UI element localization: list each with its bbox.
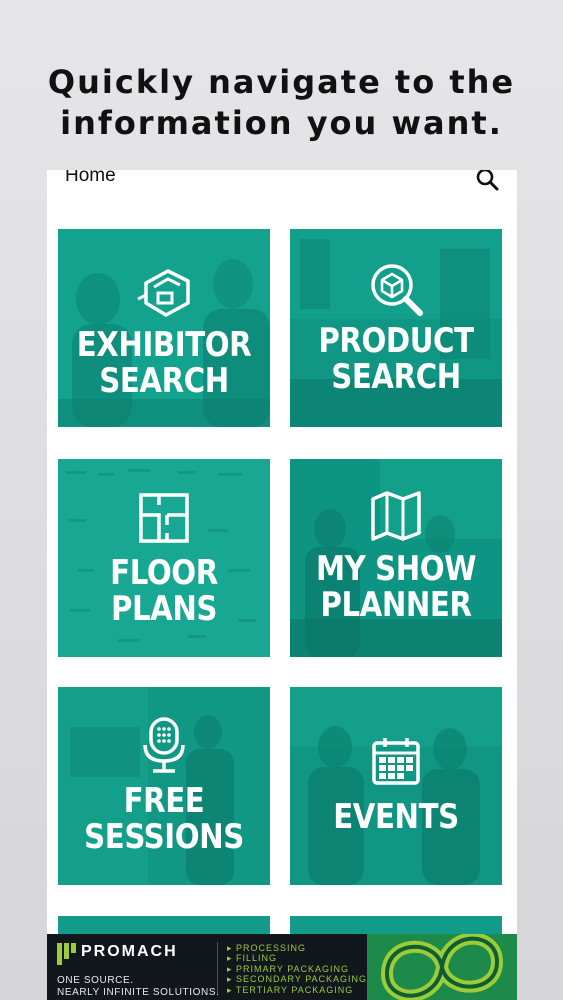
headline-line-1: Quickly navigate to the — [47, 63, 516, 101]
ad-service-item: PRIMARY PACKAGING — [227, 964, 367, 974]
tile-label: FLOOR PLANS — [110, 553, 218, 629]
microphone-icon — [143, 717, 185, 773]
ad-service-item: FILLING — [227, 953, 367, 963]
tile-label: FREE SESSIONS — [84, 781, 244, 857]
ad-service-item: PROCESSING — [227, 943, 367, 953]
calendar-icon — [372, 738, 420, 785]
search-icon — [476, 170, 499, 191]
headline: Quickly navigate to the information you … — [0, 62, 563, 144]
map-icon — [371, 491, 421, 541]
tile-floor-plans[interactable]: FLOOR PLANS — [58, 459, 270, 657]
product-search-icon — [371, 264, 423, 316]
search-button[interactable] — [475, 170, 499, 191]
tile-free-sessions[interactable]: FREE SESSIONS — [58, 687, 270, 885]
page-title: Home — [65, 170, 116, 186]
ad-brand: PROMACH — [81, 943, 178, 960]
tile-label: EVENTS — [333, 797, 459, 837]
tile-product-search[interactable]: PRODUCT SEARCH — [290, 229, 502, 427]
headline-line-2: information you want. — [60, 104, 503, 142]
tile-label: EXHIBITOR SEARCH — [76, 325, 252, 401]
promach-ad-banner[interactable]: PROMACH ONE SOURCE. NEARLY INFINITE SOLU… — [47, 934, 517, 1000]
ad-tagline-2: NEARLY INFINITE SOLUTIONS. — [57, 987, 220, 998]
ad-tagline-1: ONE SOURCE. — [57, 975, 134, 986]
tile-label: MY SHOW PLANNER — [315, 549, 477, 625]
tile-exhibitor-search[interactable]: EXHIBITOR SEARCH — [58, 229, 270, 427]
ad-service-item: SECONDARY PACKAGING — [227, 974, 367, 984]
booth-icon — [137, 269, 190, 317]
ad-divider — [217, 942, 218, 994]
floor-plan-icon — [139, 493, 189, 543]
tile-label: PRODUCT SEARCH — [318, 321, 474, 397]
infinity-loop-graphic — [367, 934, 517, 1000]
top-bar: Home — [47, 170, 517, 210]
tile-my-show-planner[interactable]: MY SHOW PLANNER — [290, 459, 502, 657]
ad-services-list: PROCESSING FILLING PRIMARY PACKAGING SEC… — [227, 943, 367, 995]
app-screen: Home EXHIBITOR SEARCH PRODUCT SEARCH FLO… — [47, 170, 517, 1000]
promach-logo-icon — [57, 943, 76, 965]
tile-events[interactable]: EVENTS — [290, 687, 502, 885]
ad-service-item: TERTIARY PACKAGING — [227, 985, 367, 995]
ad-tagline: ONE SOURCE. NEARLY INFINITE SOLUTIONS. — [57, 975, 219, 999]
